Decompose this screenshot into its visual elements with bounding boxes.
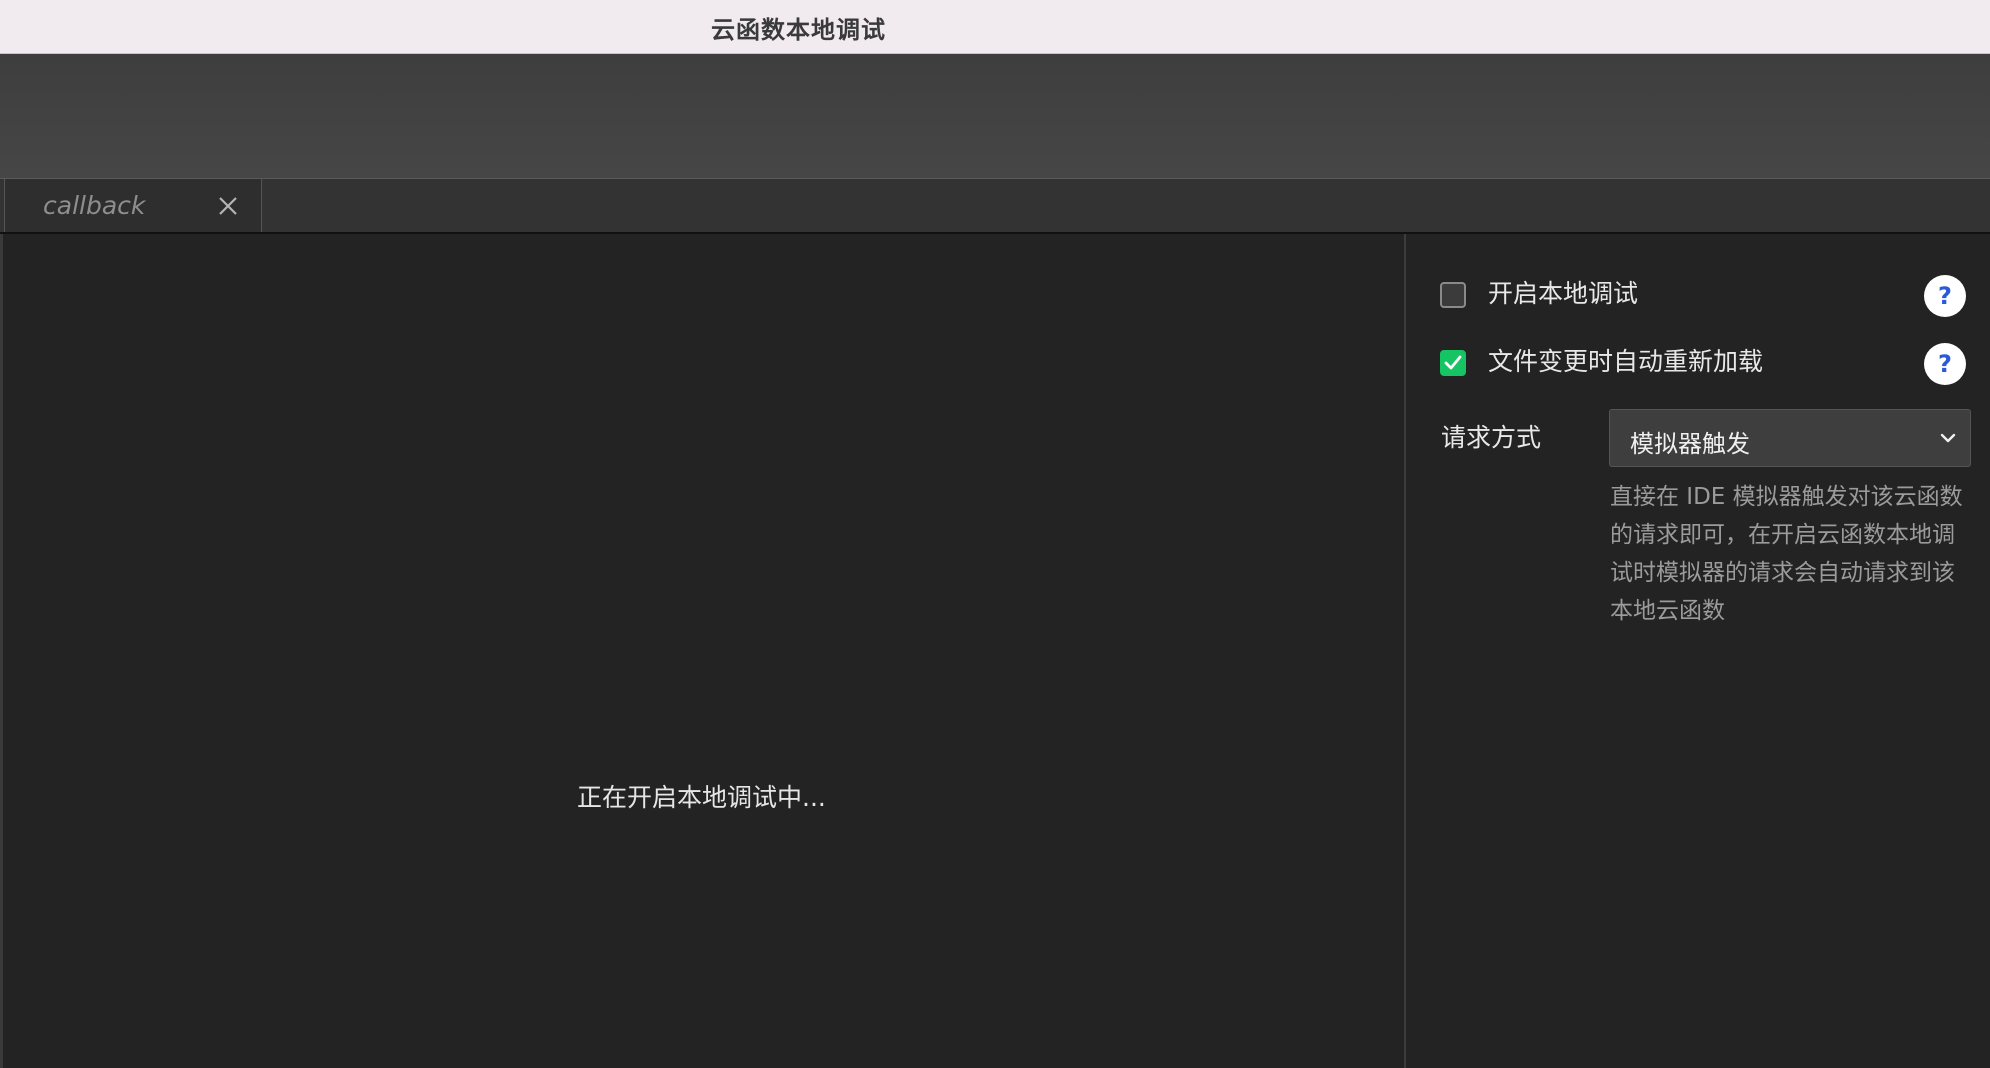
- title-bar: 云函数本地调试: [0, 0, 1990, 54]
- help-icon[interactable]: ?: [1924, 343, 1966, 385]
- request-method-select[interactable]: 模拟器触发: [1609, 409, 1971, 467]
- tab-bar: callback: [0, 179, 1990, 234]
- request-method-value: 模拟器触发: [1630, 430, 1750, 458]
- toolbar: [0, 54, 1990, 179]
- local-debug-checkbox[interactable]: [1440, 282, 1466, 308]
- window-title: 云函数本地调试: [711, 16, 886, 44]
- help-icon[interactable]: ?: [1924, 275, 1966, 317]
- close-icon[interactable]: [217, 195, 239, 217]
- editor-area: 正在开启本地调试中...: [0, 234, 1404, 1068]
- tab-label: callback: [43, 191, 146, 220]
- tab-callback[interactable]: callback: [4, 179, 262, 232]
- checkmark-icon: [1444, 355, 1462, 370]
- app-window: 云函数本地调试 callback 正在开启本地调试中... 开启本地调试 ? 文…: [0, 0, 1990, 1068]
- settings-panel: 开启本地调试 ? 文件变更时自动重新加载 ? 请求方式 模拟器触发 直接在 ID…: [1406, 234, 1990, 1068]
- auto-reload-label: 文件变更时自动重新加载: [1488, 347, 1764, 376]
- chevron-down-icon: [1940, 433, 1956, 443]
- local-debug-label: 开启本地调试: [1488, 279, 1639, 308]
- loading-status-text: 正在开启本地调试中...: [577, 783, 826, 812]
- auto-reload-checkbox[interactable]: [1440, 350, 1466, 376]
- request-method-label: 请求方式: [1441, 423, 1542, 452]
- request-method-description: 直接在 IDE 模拟器触发对该云函数的请求即可，在开启云函数本地调试时模拟器的请…: [1610, 484, 1963, 624]
